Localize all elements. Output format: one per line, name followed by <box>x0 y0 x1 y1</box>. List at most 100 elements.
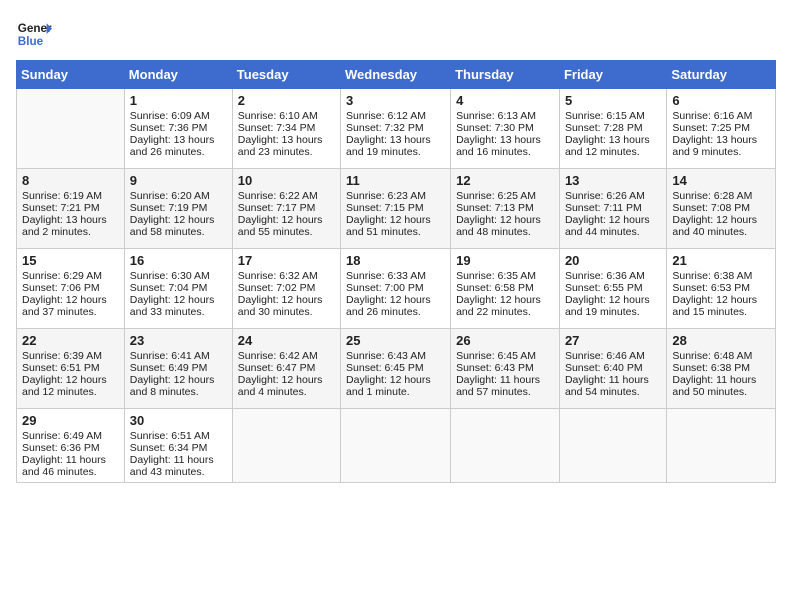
cell-info: Sunset: 7:17 PM <box>238 202 335 214</box>
day-number: 25 <box>346 333 445 348</box>
cell-info: and 19 minutes. <box>346 146 445 158</box>
cell-info: Sunrise: 6:23 AM <box>346 190 445 202</box>
cell-info: Sunrise: 6:25 AM <box>456 190 554 202</box>
cell-info: Daylight: 12 hours <box>456 214 554 226</box>
day-number: 22 <box>22 333 119 348</box>
day-number: 11 <box>346 173 445 188</box>
cell-info: and 19 minutes. <box>565 306 661 318</box>
day-number: 3 <box>346 93 445 108</box>
day-number: 19 <box>456 253 554 268</box>
cell-info: Daylight: 12 hours <box>565 294 661 306</box>
cell-info: Daylight: 11 hours <box>22 454 119 466</box>
day-number: 29 <box>22 413 119 428</box>
cell-info: Sunrise: 6:43 AM <box>346 350 445 362</box>
calendar-cell: 13Sunrise: 6:26 AMSunset: 7:11 PMDayligh… <box>559 169 666 249</box>
calendar-cell: 25Sunrise: 6:43 AMSunset: 6:45 PMDayligh… <box>341 329 451 409</box>
cell-info: Sunrise: 6:15 AM <box>565 110 661 122</box>
cell-info: and 48 minutes. <box>456 226 554 238</box>
cell-info: Sunset: 7:15 PM <box>346 202 445 214</box>
calendar-cell: 28 Sunrise: 6:48 AMSunset: 6:38 PMDayligh… <box>667 329 776 409</box>
cell-info: Sunset: 6:34 PM <box>130 442 227 454</box>
day-number: 5 <box>565 93 661 108</box>
cell-info: Daylight: 13 hours <box>456 134 554 146</box>
cell-info: Sunset: 7:28 PM <box>565 122 661 134</box>
cell-info: Sunset: 7:30 PM <box>456 122 554 134</box>
cell-info: Daylight: 11 hours <box>672 374 770 386</box>
cell-info: Sunset: 7:36 PM <box>130 122 227 134</box>
cell-info: Sunset: 7:34 PM <box>238 122 335 134</box>
cell-info: and 33 minutes. <box>130 306 227 318</box>
cell-info: and 30 minutes. <box>238 306 335 318</box>
calendar-cell: 6Sunrise: 6:16 AMSunset: 7:25 PMDaylight… <box>667 89 776 169</box>
calendar-cell: 26Sunrise: 6:45 AMSunset: 6:43 PMDayligh… <box>451 329 560 409</box>
calendar-cell: 4Sunrise: 6:13 AMSunset: 7:30 PMDaylight… <box>451 89 560 169</box>
day-number: 6 <box>672 93 770 108</box>
cell-info: Daylight: 12 hours <box>22 294 119 306</box>
day-number: 27 <box>565 333 661 348</box>
cell-info: Sunset: 7:00 PM <box>346 282 445 294</box>
day-number: 23 <box>130 333 227 348</box>
calendar-cell: 14Sunrise: 6:28 AMSunset: 7:08 PMDayligh… <box>667 169 776 249</box>
cell-info: Daylight: 12 hours <box>346 294 445 306</box>
day-number: 9 <box>130 173 227 188</box>
cell-info: Daylight: 12 hours <box>130 294 227 306</box>
cell-info: and 12 minutes. <box>22 386 119 398</box>
calendar-cell: 23 Sunrise: 6:41 AMSunset: 6:49 PMDayligh… <box>124 329 232 409</box>
day-number: 28 <box>672 333 770 348</box>
weekday-header: Tuesday <box>232 61 340 89</box>
cell-info: and 57 minutes. <box>456 386 554 398</box>
calendar-cell: 9Sunrise: 6:20 AMSunset: 7:19 PMDaylight… <box>124 169 232 249</box>
cell-info: Sunset: 7:06 PM <box>22 282 119 294</box>
cell-info: Daylight: 12 hours <box>346 214 445 226</box>
cell-info: and 1 minute. <box>346 386 445 398</box>
logo: General Blue <box>16 16 52 52</box>
calendar-cell: 27Sunrise: 6:46 AMSunset: 6:40 PMDayligh… <box>559 329 666 409</box>
cell-info: Sunset: 6:43 PM <box>456 362 554 374</box>
cell-info: and 9 minutes. <box>672 146 770 158</box>
day-number: 8 <box>22 173 119 188</box>
cell-info: Daylight: 13 hours <box>346 134 445 146</box>
calendar-cell: 16Sunrise: 6:30 AMSunset: 7:04 PMDayligh… <box>124 249 232 329</box>
cell-info: Sunrise: 6:45 AM <box>456 350 554 362</box>
cell-info: Daylight: 13 hours <box>565 134 661 146</box>
cell-info: Sunrise: 6:20 AM <box>130 190 227 202</box>
cell-info: Sunrise: 6:41 AM <box>130 350 227 362</box>
day-number: 1 <box>130 93 227 108</box>
calendar-header: SundayMondayTuesdayWednesdayThursdayFrid… <box>17 61 776 89</box>
cell-info: Sunset: 7:32 PM <box>346 122 445 134</box>
empty-cell <box>559 409 666 483</box>
cell-info: Sunset: 7:21 PM <box>22 202 119 214</box>
cell-info: Sunset: 6:53 PM <box>672 282 770 294</box>
cell-info: Sunrise: 6:42 AM <box>238 350 335 362</box>
page-header: General Blue <box>16 16 776 52</box>
calendar-cell: 19Sunrise: 6:35 AMSunset: 6:58 PMDayligh… <box>451 249 560 329</box>
cell-info: and 8 minutes. <box>130 386 227 398</box>
cell-info: Daylight: 12 hours <box>130 374 227 386</box>
cell-info: Sunrise: 6:48 AM <box>672 350 770 362</box>
cell-info: Sunset: 6:49 PM <box>130 362 227 374</box>
cell-info: Daylight: 12 hours <box>672 214 770 226</box>
cell-info: Sunrise: 6:22 AM <box>238 190 335 202</box>
cell-info: Sunset: 6:38 PM <box>672 362 770 374</box>
cell-info: Sunrise: 6:09 AM <box>130 110 227 122</box>
cell-info: Sunrise: 6:49 AM <box>22 430 119 442</box>
cell-info: and 51 minutes. <box>346 226 445 238</box>
cell-info: Sunrise: 6:13 AM <box>456 110 554 122</box>
cell-info: Sunrise: 6:38 AM <box>672 270 770 282</box>
weekday-header: Friday <box>559 61 666 89</box>
cell-info: Sunset: 7:19 PM <box>130 202 227 214</box>
weekday-header: Wednesday <box>341 61 451 89</box>
cell-info: and 54 minutes. <box>565 386 661 398</box>
cell-info: Sunset: 7:02 PM <box>238 282 335 294</box>
empty-cell <box>667 409 776 483</box>
cell-info: Sunrise: 6:39 AM <box>22 350 119 362</box>
calendar-cell: 21Sunrise: 6:38 AMSunset: 6:53 PMDayligh… <box>667 249 776 329</box>
cell-info: Daylight: 12 hours <box>238 374 335 386</box>
cell-info: and 2 minutes. <box>22 226 119 238</box>
cell-info: Daylight: 11 hours <box>565 374 661 386</box>
cell-info: Sunrise: 6:16 AM <box>672 110 770 122</box>
day-number: 13 <box>565 173 661 188</box>
empty-cell <box>232 409 340 483</box>
calendar-table: SundayMondayTuesdayWednesdayThursdayFrid… <box>16 60 776 483</box>
cell-info: Sunrise: 6:33 AM <box>346 270 445 282</box>
